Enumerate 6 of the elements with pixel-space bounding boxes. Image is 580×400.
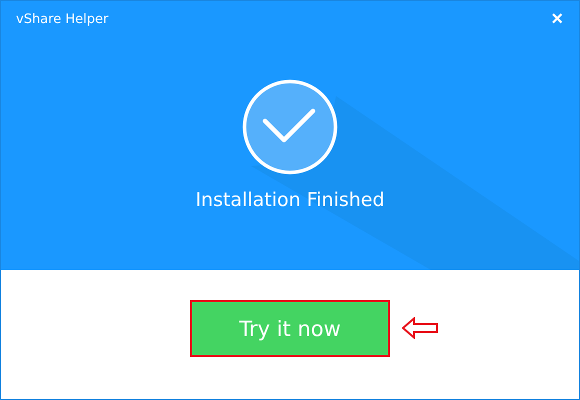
checkmark-icon (242, 79, 338, 175)
try-now-button[interactable]: Try it now (190, 300, 390, 357)
status-message: Installation Finished (195, 189, 385, 211)
close-button[interactable]: × (549, 9, 565, 29)
window-title: vShare Helper (16, 12, 108, 26)
arrow-icon (402, 317, 438, 339)
